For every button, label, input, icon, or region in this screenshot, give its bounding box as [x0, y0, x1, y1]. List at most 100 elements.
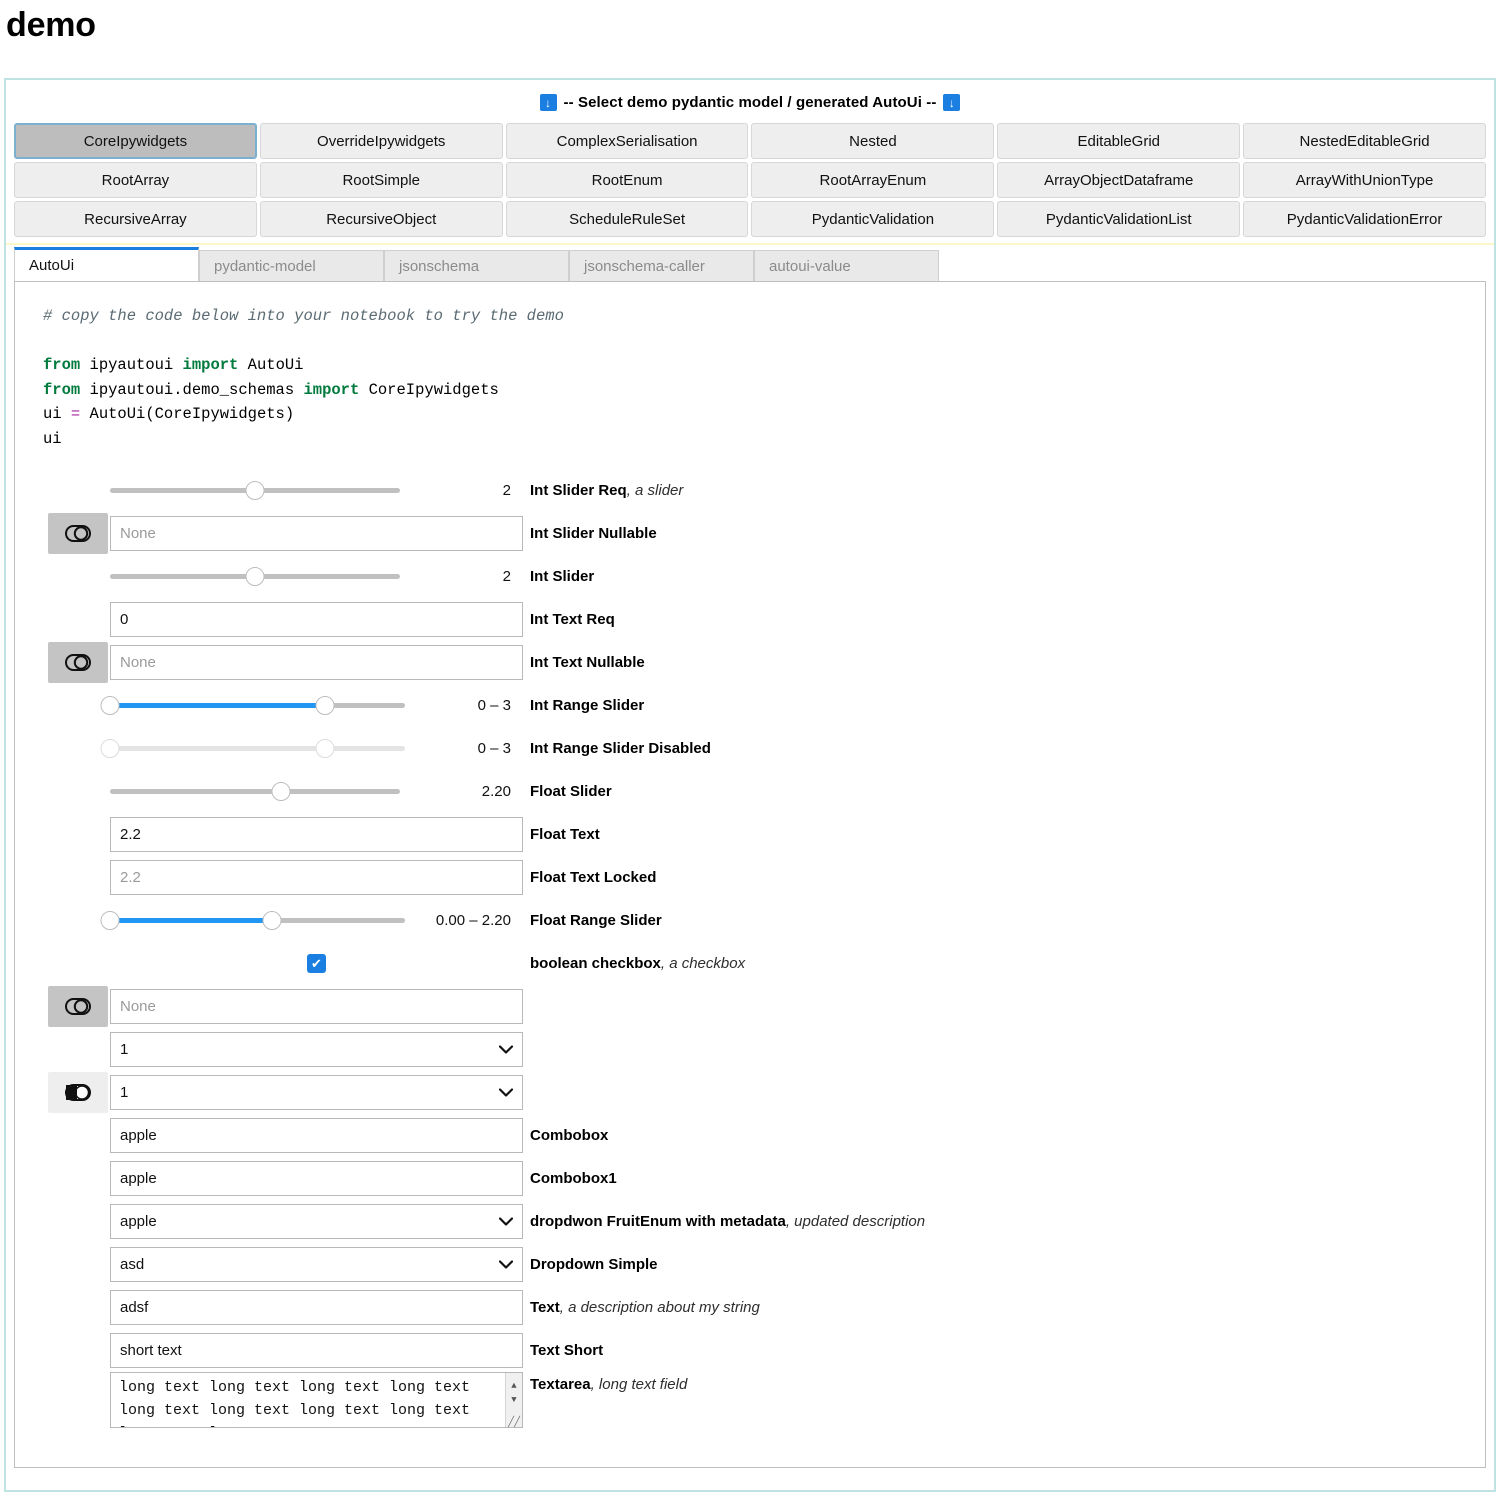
model-button-pydanticvalidationlist[interactable]: PydanticValidationList	[997, 201, 1241, 237]
slider-handle-high[interactable]	[262, 911, 282, 930]
model-button-label: EditableGrid	[1077, 132, 1161, 150]
model-button-nested[interactable]: Nested	[751, 123, 995, 159]
slider-handle-low[interactable]	[100, 739, 120, 758]
chevron-down-icon	[498, 1257, 514, 1272]
model-button-scheduleruleset[interactable]: ScheduleRuleSet	[505, 201, 749, 237]
toggle-on-icon[interactable]	[48, 1072, 108, 1113]
slider-float-range-slider[interactable]	[100, 911, 405, 931]
input-combobox[interactable]	[110, 1118, 523, 1153]
model-button-label: Nested	[849, 132, 897, 150]
model-button-editablegrid[interactable]: EditableGrid	[997, 123, 1241, 159]
model-button-arraywithuniontype[interactable]: ArrayWithUnionType	[1243, 162, 1486, 198]
slider-handle-high[interactable]	[315, 739, 335, 758]
widget-label-text: Int Slider Req	[530, 482, 627, 499]
tab-autoui-value[interactable]: autoui-value	[754, 250, 939, 281]
widget-label-combobox: Combobox	[523, 1127, 608, 1144]
resize-grip-icon[interactable]: ╱╱	[508, 1412, 520, 1427]
input-combobox1[interactable]	[110, 1161, 523, 1196]
input-float-text-locked[interactable]	[110, 860, 523, 895]
widget-row-int-range-slider-disabled: 0 – 3 Int Range Slider Disabled	[15, 727, 1485, 770]
select-nullable-select-two[interactable]: 1	[110, 1075, 523, 1110]
slider-handle-low[interactable]	[100, 911, 120, 930]
model-button-recursiveobject[interactable]: RecursiveObject	[259, 201, 503, 237]
slider-handle[interactable]	[245, 481, 265, 500]
slider-int-slider[interactable]	[110, 567, 400, 587]
textarea-scrollbar[interactable]: ▲ ▼ ╱╱	[505, 1373, 522, 1427]
widget-label-float-text: Float Text	[523, 826, 600, 843]
widget-label-dropdown-fruitenum-metadata: dropdwon FruitEnum with metadata, update…	[523, 1213, 925, 1230]
model-button-label: RootArrayEnum	[819, 171, 927, 189]
scroll-down-icon[interactable]: ▼	[511, 1389, 516, 1412]
select-dropdown-simple[interactable]: asd	[110, 1247, 523, 1282]
tab-pydantic-model[interactable]: pydantic-model	[199, 250, 384, 281]
widget-label-text: Int Range Slider	[530, 697, 645, 714]
slider-handle[interactable]	[245, 567, 265, 586]
tab-AutoUi[interactable]: AutoUi	[14, 247, 199, 281]
slider-int-range-slider[interactable]	[100, 696, 405, 716]
model-button-overrideipywidgets[interactable]: OverrideIpywidgets	[259, 123, 503, 159]
widget-list: 2 Int Slider Req, a slider Int Slider Null…	[15, 451, 1485, 1428]
model-button-pydanticvalidation[interactable]: PydanticValidation	[751, 201, 995, 237]
model-button-coreipywidgets[interactable]: CoreIpywidgets	[14, 123, 257, 159]
widget-label-float-range-slider: Float Range Slider	[523, 912, 662, 929]
model-button-rootenum[interactable]: RootEnum	[505, 162, 749, 198]
input-int-text-nullable[interactable]	[110, 645, 523, 680]
widget-label-float-text-locked: Float Text Locked	[523, 869, 656, 886]
chevron-down-icon	[498, 1042, 514, 1057]
model-button-rootarrayenum[interactable]: RootArrayEnum	[751, 162, 995, 198]
select-value: asd	[120, 1256, 145, 1273]
model-select-header: ↓ -- Select demo pydantic model / genera…	[6, 80, 1494, 123]
widget-row-int-slider-req: 2 Int Slider Req, a slider	[15, 469, 1485, 512]
widget-label-int-text-req: Int Text Req	[523, 611, 615, 628]
slider-handle-low[interactable]	[100, 696, 120, 715]
model-button-pydanticvalidationerror[interactable]: PydanticValidationError	[1243, 201, 1486, 237]
widget-label-description: , a description about my string	[559, 1299, 760, 1316]
widget-row-select-one: 1	[15, 1028, 1485, 1071]
input-text-short[interactable]	[110, 1333, 523, 1368]
tab-label: AutoUi	[29, 257, 75, 274]
input-text[interactable]	[110, 1290, 523, 1325]
textarea-textarea[interactable]: long text long text long text long text …	[110, 1372, 523, 1428]
widget-row-nullable-select-two: 1	[15, 1071, 1485, 1114]
widget-label-text: Dropdown Simple	[530, 1256, 658, 1273]
input-int-slider-nullable[interactable]	[110, 516, 523, 551]
slider-fill	[110, 746, 326, 751]
slider-int-range-slider-disabled[interactable]	[100, 739, 405, 759]
widget-label-int-range-slider-disabled: Int Range Slider Disabled	[523, 740, 711, 757]
toggle-off-icon[interactable]	[48, 986, 108, 1027]
model-button-rootarray[interactable]: RootArray	[14, 162, 257, 198]
input-nullable-select[interactable]	[110, 989, 523, 1024]
model-button-rootsimple[interactable]: RootSimple	[259, 162, 503, 198]
slider-float-slider[interactable]	[110, 782, 400, 802]
select-dropdown-fruitenum-metadata[interactable]: apple	[110, 1204, 523, 1239]
slider-handle-high[interactable]	[315, 696, 335, 715]
slider-handle[interactable]	[271, 782, 291, 801]
widget-label-text-short: Text Short	[523, 1342, 603, 1359]
select-value: 1	[120, 1041, 129, 1058]
select-select-one[interactable]: 1	[110, 1032, 523, 1067]
widget-label-text: Int Slider	[530, 568, 595, 585]
model-button-label: RootEnum	[591, 171, 663, 189]
widget-label-int-range-slider: Int Range Slider	[523, 697, 644, 714]
input-int-text-req[interactable]	[110, 602, 523, 637]
model-button-arrayobjectdataframe[interactable]: ArrayObjectDataframe	[997, 162, 1241, 198]
model-button-recursivearray[interactable]: RecursiveArray	[14, 201, 257, 237]
model-button-label: PydanticValidation	[811, 210, 935, 228]
tab-jsonschema-caller[interactable]: jsonschema-caller	[569, 250, 754, 281]
checkbox-boolean-checkbox[interactable]: ✔	[307, 954, 326, 973]
widget-label-textarea: Textarea, long text field	[523, 1372, 687, 1393]
model-button-nestededitablegrid[interactable]: NestedEditableGrid	[1243, 123, 1486, 159]
input-float-text[interactable]	[110, 817, 523, 852]
model-button-complexserialisation[interactable]: ComplexSerialisation	[505, 123, 749, 159]
widget-row-textarea: long text long text long text long text …	[15, 1372, 1485, 1428]
textarea-value: long text long text long text long text …	[119, 1379, 471, 1427]
tab-jsonschema[interactable]: jsonschema	[384, 250, 569, 281]
toggle-off-icon[interactable]	[48, 642, 108, 683]
widget-label-description: , long text field	[590, 1376, 688, 1393]
widget-label-dropdown-simple: Dropdown Simple	[523, 1256, 658, 1273]
code-comment: # copy the code below into your notebook…	[43, 307, 564, 325]
toggle-off-icon[interactable]	[48, 513, 108, 554]
widget-row-int-text-req: Int Text Req	[15, 598, 1485, 641]
widget-label-text: boolean checkbox	[530, 955, 661, 972]
slider-int-slider-req[interactable]	[110, 481, 400, 501]
